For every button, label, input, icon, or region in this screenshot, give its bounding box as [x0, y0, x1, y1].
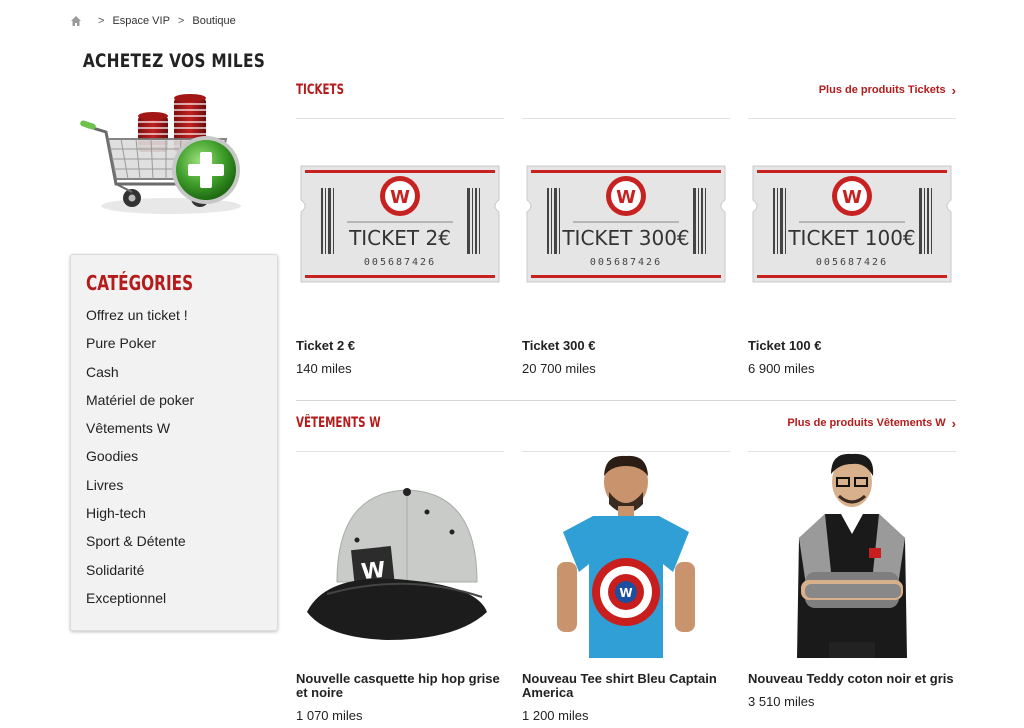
cap-image: W	[307, 488, 487, 640]
product-name[interactable]: Nouveau Teddy coton noir et gris	[748, 672, 956, 686]
categories-list: Offrez un ticket ! Pure Poker Cash Matér…	[86, 301, 263, 612]
main-content: TICKETS Plus de produits Tickets › W TIC…	[296, 80, 956, 723]
tickets-section: TICKETS Plus de produits Tickets › W TIC…	[296, 80, 956, 376]
product-card[interactable]: W TICKET 2€ 005687426 Ticket 2 € 140 mil…	[296, 118, 504, 376]
shopping-cart-plus-icon	[80, 94, 241, 214]
chevron-right-icon: ›	[951, 415, 956, 431]
product-card[interactable]: W TICKET 100€ 005687426 Ticket 100 € 6 9…	[748, 118, 956, 376]
product-price: 1 070 miles	[296, 708, 363, 723]
ticket-serial: 005687426	[364, 257, 436, 268]
product-image[interactable]: W	[522, 452, 730, 658]
product-grid: W TICKET 2€ 005687426 Ticket 2 € 140 mil…	[296, 118, 956, 376]
ticket-serial: 005687426	[590, 257, 662, 268]
product-price: 140 miles	[296, 361, 352, 376]
product-card[interactable]: W Nouveau Tee shirt Bleu Captain America…	[522, 451, 730, 723]
category-item[interactable]: Livres	[86, 471, 263, 499]
category-item[interactable]: Sport & Détente	[86, 527, 263, 555]
svg-text:W: W	[619, 586, 632, 600]
ticket-label: TICKET 300€	[561, 226, 689, 250]
section-header: VÊTEMENTS W Plus de produits Vêtements W…	[296, 413, 956, 433]
home-icon[interactable]	[70, 15, 82, 27]
category-item[interactable]: Cash	[86, 358, 263, 386]
breadcrumb-current[interactable]: Boutique	[192, 15, 235, 27]
ticket-image: W TICKET 2€ 005687426	[300, 165, 500, 283]
product-name[interactable]: Ticket 300 €	[522, 339, 730, 353]
ticket-label: TICKET 2€	[348, 226, 451, 250]
product-name[interactable]: Nouveau Tee shirt Bleu Captain America	[522, 672, 730, 700]
category-item[interactable]: Exceptionnel	[86, 584, 263, 612]
ticket-label: TICKET 100€	[787, 226, 915, 250]
more-link-label: Plus de produits Tickets	[818, 84, 946, 96]
product-price: 1 200 miles	[522, 708, 589, 723]
category-item[interactable]: Solidarité	[86, 556, 263, 584]
breadcrumb-link-vip[interactable]: Espace VIP	[112, 15, 169, 27]
clothes-section: VÊTEMENTS W Plus de produits Vêtements W…	[296, 413, 956, 723]
buy-miles-banner[interactable]	[76, 84, 246, 224]
more-clothes-link[interactable]: Plus de produits Vêtements W ›	[787, 416, 956, 431]
buy-miles-title[interactable]: ACHETEZ VOS MILES	[80, 50, 267, 72]
more-link-label: Plus de produits Vêtements W	[787, 417, 946, 429]
product-image[interactable]: W TICKET 300€ 005687426	[522, 119, 730, 329]
product-card[interactable]: W TICKET 300€ 005687426 Ticket 300 € 20 …	[522, 118, 730, 376]
breadcrumb-separator: >	[98, 15, 105, 27]
breadcrumb: > Espace VIP > Boutique	[70, 15, 236, 27]
ticket-image: W TICKET 300€ 005687426	[526, 165, 726, 283]
product-name[interactable]: Ticket 2 €	[296, 339, 504, 353]
product-name[interactable]: Ticket 100 €	[748, 339, 956, 353]
product-price: 6 900 miles	[748, 361, 815, 376]
product-price: 3 510 miles	[748, 694, 815, 709]
more-tickets-link[interactable]: Plus de produits Tickets ›	[819, 83, 956, 98]
left-column: ACHETEZ VOS MILES CATÉGORIES Offrez un t…	[70, 50, 278, 632]
ticket-serial: 005687426	[816, 257, 888, 268]
product-price: 20 700 miles	[522, 361, 596, 376]
section-title-tickets[interactable]: TICKETS	[296, 82, 344, 98]
categories-title: CATÉGORIES	[86, 271, 194, 295]
category-item[interactable]: Matériel de poker	[86, 386, 263, 414]
category-item[interactable]: Pure Poker	[86, 329, 263, 357]
chevron-right-icon: ›	[951, 82, 956, 98]
category-item[interactable]: Vêtements W	[86, 414, 263, 442]
product-image[interactable]: W TICKET 100€ 005687426	[748, 119, 956, 329]
category-item[interactable]: High-tech	[86, 499, 263, 527]
section-divider	[296, 400, 956, 401]
svg-text:W: W	[616, 187, 636, 208]
product-image[interactable]	[748, 452, 956, 658]
categories-panel: CATÉGORIES Offrez un ticket ! Pure Poker…	[70, 254, 278, 632]
section-header: TICKETS Plus de produits Tickets ›	[296, 80, 956, 100]
ticket-image: W TICKET 100€ 005687426	[752, 165, 952, 283]
product-card[interactable]: W Nouvelle casquette hip hop grise et no…	[296, 451, 504, 723]
teddy-model-image	[797, 453, 907, 658]
tshirt-model-image: W	[557, 455, 695, 658]
section-title-clothes[interactable]: VÊTEMENTS W	[296, 415, 381, 431]
product-image[interactable]: W TICKET 2€ 005687426	[296, 119, 504, 329]
product-name[interactable]: Nouvelle casquette hip hop grise et noir…	[296, 672, 504, 700]
product-card[interactable]: Nouveau Teddy coton noir et gris 3 510 m…	[748, 451, 956, 723]
category-item[interactable]: Goodies	[86, 442, 263, 470]
product-image[interactable]: W	[296, 452, 504, 658]
breadcrumb-separator: >	[177, 15, 185, 27]
category-item[interactable]: Offrez un ticket !	[86, 301, 263, 329]
product-grid: W Nouvelle casquette hip hop grise et no…	[296, 451, 956, 723]
svg-text:W: W	[842, 187, 862, 208]
svg-text:W: W	[390, 187, 410, 208]
